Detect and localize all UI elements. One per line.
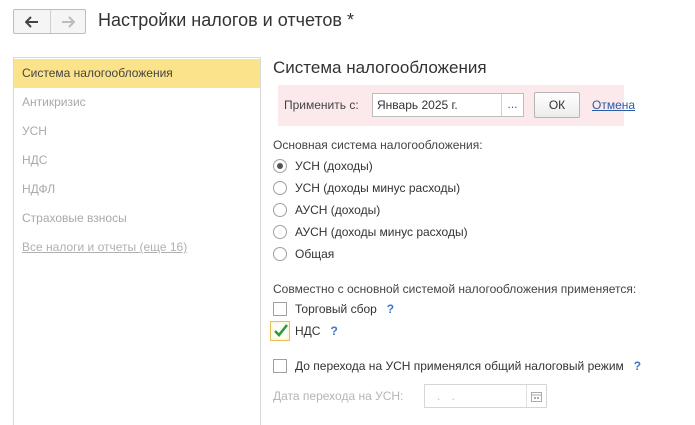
trade-fee-checkbox[interactable] — [273, 302, 287, 316]
checkmark-icon — [274, 324, 289, 337]
radio-selected-dot — [277, 163, 283, 169]
window-header: Настройки налогов и отчетов * — [0, 0, 695, 45]
back-button[interactable] — [14, 10, 50, 33]
sidebar-item-anticrisis[interactable]: Антикризис — [14, 88, 260, 117]
cancel-link[interactable]: Отмена — [592, 98, 635, 112]
sidebar: Система налогообложения Антикризис УСН Н… — [13, 57, 261, 425]
prior-regime-checkbox[interactable] — [273, 359, 287, 373]
calendar-icon — [526, 385, 546, 407]
arrow-right-icon — [61, 15, 75, 28]
help-icon[interactable]: ? — [330, 324, 337, 338]
radio-label: АУСН (доходы минус расходы) — [295, 225, 468, 239]
radio-button[interactable] — [273, 159, 287, 173]
sidebar-item-usn[interactable]: УСН — [14, 117, 260, 146]
all-taxes-link[interactable]: Все налоги и отчеты (еще 16) — [22, 240, 187, 254]
apply-date-value[interactable]: Январь 2025 г. — [373, 94, 501, 116]
radio-usn-income-minus-expenses[interactable]: УСН (доходы минус расходы) — [273, 179, 460, 197]
help-icon[interactable]: ? — [634, 359, 641, 373]
checkbox-nds-row: НДС ? — [270, 320, 338, 342]
transition-date-label: Дата перехода на УСН: — [273, 389, 404, 403]
radio-button[interactable] — [273, 203, 287, 217]
trade-fee-label[interactable]: Торговый сбор — [295, 302, 377, 316]
checkbox-trade-fee-row: Торговый сбор ? — [273, 300, 394, 318]
window-title: Настройки налогов и отчетов * — [98, 10, 354, 30]
date-picker-button[interactable]: ... — [501, 94, 523, 116]
ok-button[interactable]: ОК — [534, 92, 580, 118]
radio-label: Общая — [295, 247, 335, 261]
prior-regime-label[interactable]: До перехода на УСН применялся общий нало… — [295, 359, 624, 373]
radio-usn-income[interactable]: УСН (доходы) — [273, 157, 373, 175]
radio-label: УСН (доходы минус расходы) — [295, 181, 461, 195]
radio-label: УСН (доходы) — [295, 159, 373, 173]
radio-ausn-income[interactable]: АУСН (доходы) — [273, 201, 380, 219]
forward-button[interactable] — [49, 10, 86, 33]
apply-label: Применить с: — [284, 98, 359, 112]
sidebar-item-all-taxes[interactable]: Все налоги и отчеты (еще 16) — [14, 233, 260, 262]
radio-button[interactable] — [273, 247, 287, 261]
nds-label[interactable]: НДС — [295, 324, 320, 338]
radio-button[interactable] — [273, 181, 287, 195]
main-content: Система налогообложения Применить с: Янв… — [270, 57, 695, 425]
section-title: Система налогообложения — [273, 58, 487, 77]
sidebar-item-insurance[interactable]: Страховые взносы — [14, 204, 260, 233]
radio-general[interactable]: Общая — [273, 245, 334, 263]
combined-label: Совместно с основной системой налогообло… — [273, 282, 637, 296]
apply-date-field[interactable]: Январь 2025 г. ... — [372, 93, 524, 117]
sidebar-item-tax-system[interactable]: Система налогообложения — [14, 59, 260, 88]
apply-date-panel: Применить с: Январь 2025 г. ... ОК Отмен… — [278, 85, 635, 126]
transition-date-field: . . — [424, 384, 547, 408]
nav-buttons — [13, 9, 86, 34]
radio-button[interactable] — [273, 225, 287, 239]
sidebar-item-ndfl[interactable]: НДФЛ — [14, 175, 260, 204]
checkbox-prior-regime-row: До перехода на УСН применялся общий нало… — [273, 357, 641, 375]
sidebar-item-nds[interactable]: НДС — [14, 146, 260, 175]
tax-system-label: Основная система налогообложения: — [273, 138, 483, 152]
radio-ausn-income-minus-expenses[interactable]: АУСН (доходы минус расходы) — [273, 223, 468, 241]
nds-checkbox[interactable] — [270, 321, 290, 341]
arrow-left-icon — [24, 15, 38, 28]
transition-date-value: . . — [437, 389, 460, 403]
help-icon[interactable]: ? — [387, 302, 394, 316]
radio-label: АУСН (доходы) — [295, 203, 381, 217]
